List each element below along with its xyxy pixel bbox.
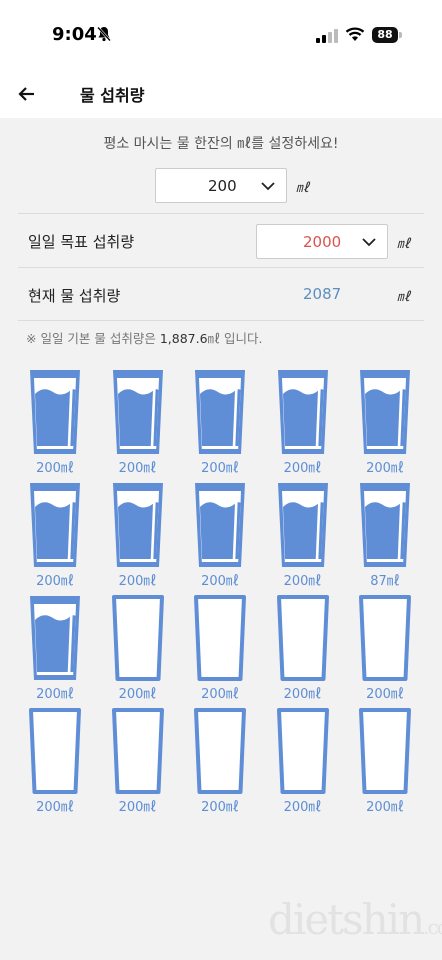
- filled-cup-icon: [30, 370, 80, 454]
- cup-size-unit: ㎖: [296, 181, 310, 196]
- water-cup[interactable]: 200㎖: [275, 595, 331, 702]
- cellular-signal-icon: [316, 28, 338, 47]
- current-intake-value: 2087: [303, 285, 342, 303]
- battery-icon: 88: [372, 27, 398, 43]
- water-cup[interactable]: 200㎖: [357, 708, 413, 815]
- empty-cup-icon: [111, 595, 164, 681]
- water-cup[interactable]: 200㎖: [357, 595, 413, 702]
- cup-amount-label: 200㎖: [366, 461, 404, 476]
- cup-amount-label: 200㎖: [283, 687, 322, 702]
- empty-cup-icon: [29, 708, 81, 794]
- watermark-suffix: .com: [423, 915, 442, 939]
- filled-cup-icon: [195, 370, 245, 454]
- chevron-down-icon: [260, 178, 276, 197]
- filled-cup-icon: [30, 596, 80, 680]
- empty-cup-icon: [111, 708, 164, 794]
- page-title: 물 섭취량: [80, 86, 145, 105]
- current-intake-label: 현재 물 섭취량: [28, 287, 121, 305]
- daily-goal-select[interactable]: 2000: [256, 224, 388, 259]
- filled-cup-icon: [195, 483, 245, 567]
- filled-cup-icon: [112, 483, 163, 567]
- water-cup[interactable]: 200㎖: [27, 595, 83, 702]
- divider: [18, 267, 424, 268]
- cup-amount-label: 200㎖: [118, 687, 157, 702]
- status-bar: 9:04 88: [0, 0, 442, 72]
- note-prefix: ※ 일일 기본 물 섭취량은: [26, 331, 160, 346]
- cup-amount-label: 200㎖: [366, 687, 404, 702]
- cup-amount-label: 200㎖: [201, 800, 239, 815]
- empty-cup-icon: [276, 708, 329, 794]
- empty-cup-icon: [359, 595, 411, 681]
- water-cup[interactable]: 87㎖: [357, 482, 413, 589]
- cup-amount-label: 200㎖: [201, 687, 239, 702]
- divider: [18, 320, 424, 321]
- daily-goal-label: 일일 목표 섭취량: [28, 233, 135, 251]
- cup-amount-label: 200㎖: [201, 574, 239, 589]
- status-time: 9:04: [52, 24, 97, 45]
- note-amount: 1,887.6: [159, 331, 208, 346]
- cup-amount-label: 200㎖: [36, 800, 74, 815]
- app-header: 물 섭취량: [0, 72, 442, 118]
- water-cup[interactable]: 200㎖: [192, 482, 248, 589]
- water-cup[interactable]: 200㎖: [357, 369, 413, 476]
- water-cup[interactable]: 200㎖: [275, 482, 331, 589]
- cup-amount-label: 87㎖: [370, 574, 400, 589]
- silent-bell-icon: [97, 26, 111, 46]
- water-cup[interactable]: 200㎖: [275, 369, 331, 476]
- cup-size-select[interactable]: 200: [155, 168, 287, 203]
- divider: [18, 213, 424, 214]
- water-cup[interactable]: 200㎖: [192, 708, 248, 815]
- cup-amount-label: 200㎖: [36, 687, 74, 702]
- water-cup[interactable]: 200㎖: [275, 708, 331, 815]
- daily-goal-value: 2000: [303, 233, 342, 251]
- filled-cup-icon: [360, 483, 410, 567]
- battery-tip: [399, 32, 402, 38]
- watermark-main: dietshin: [268, 895, 425, 944]
- daily-goal-unit: ㎖: [397, 237, 411, 252]
- water-cup[interactable]: 200㎖: [110, 708, 166, 815]
- water-cup[interactable]: 200㎖: [27, 482, 83, 589]
- cup-amount-label: 200㎖: [118, 800, 157, 815]
- cup-amount-label: 200㎖: [283, 461, 322, 476]
- cup-amount-label: 200㎖: [283, 574, 322, 589]
- cup-amount-label: 200㎖: [366, 800, 404, 815]
- back-arrow-icon[interactable]: [14, 80, 42, 108]
- water-cup[interactable]: 200㎖: [192, 595, 248, 702]
- cup-size-value: 200: [208, 177, 237, 195]
- water-cup[interactable]: 200㎖: [110, 482, 166, 589]
- filled-cup-icon: [112, 370, 163, 454]
- water-cup[interactable]: 200㎖: [27, 369, 83, 476]
- water-cup[interactable]: 200㎖: [110, 369, 166, 476]
- wifi-icon: [345, 26, 365, 46]
- cup-size-instruction: 평소 마시는 물 한잔의 ㎖를 설정하세요!: [103, 136, 339, 152]
- chevron-down-icon: [361, 234, 377, 253]
- cup-amount-label: 200㎖: [36, 461, 74, 476]
- filled-cup-icon: [277, 370, 328, 454]
- cup-amount-label: 200㎖: [118, 461, 157, 476]
- filled-cup-icon: [277, 483, 328, 567]
- empty-cup-icon: [359, 708, 411, 794]
- filled-cup-icon: [30, 483, 80, 567]
- empty-cup-icon: [276, 595, 329, 681]
- filled-cup-icon: [360, 370, 410, 454]
- water-cup[interactable]: 200㎖: [110, 595, 166, 702]
- water-cup[interactable]: 200㎖: [192, 369, 248, 476]
- water-cup[interactable]: 200㎖: [27, 708, 83, 815]
- empty-cup-icon: [194, 708, 246, 794]
- cup-amount-label: 200㎖: [118, 574, 157, 589]
- current-intake-unit: ㎖: [397, 290, 411, 305]
- note-suffix: ㎖ 입니다.: [207, 331, 263, 346]
- default-intake-note: ※ 일일 기본 물 섭취량은 1,887.6㎖ 입니다.: [26, 328, 263, 347]
- watermark-logo: dietshin.com: [268, 895, 442, 944]
- cup-amount-label: 200㎖: [283, 800, 322, 815]
- empty-cup-icon: [194, 595, 246, 681]
- cup-amount-label: 200㎖: [36, 574, 74, 589]
- cup-amount-label: 200㎖: [201, 461, 239, 476]
